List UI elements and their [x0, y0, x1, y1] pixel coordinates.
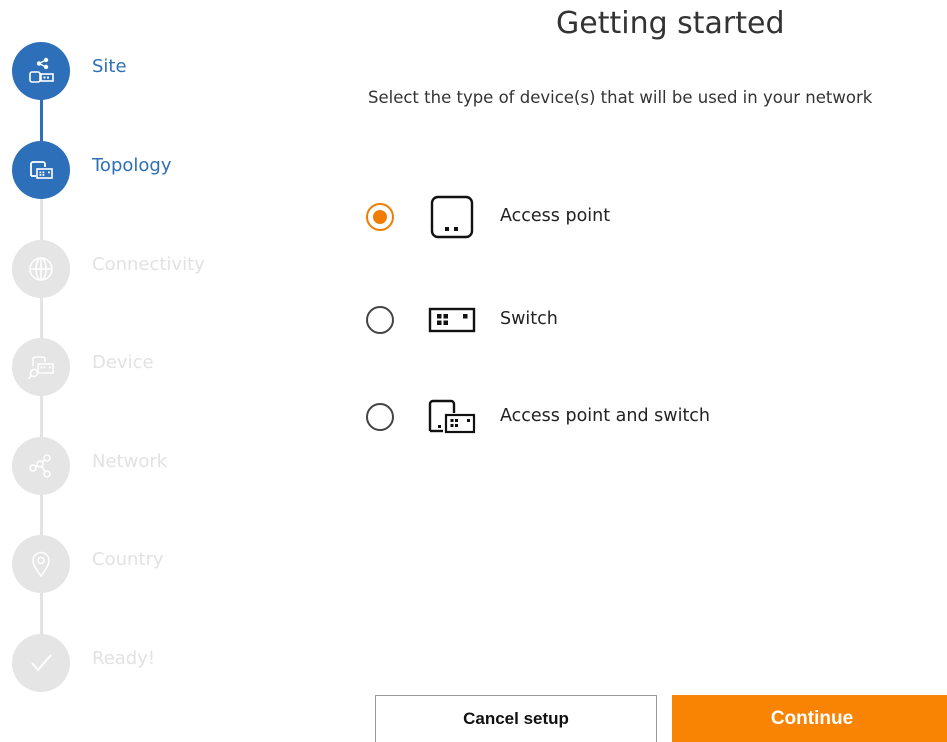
option-label-access-point: Access point [500, 206, 611, 226]
step-network: Network [12, 437, 167, 495]
share-network-icon [12, 437, 70, 495]
step-topology[interactable]: Topology [12, 141, 171, 199]
option-access-point-and-switch[interactable]: Access point and switch [366, 394, 786, 440]
radio-switch[interactable] [366, 306, 394, 334]
radio-access-point-and-switch[interactable] [366, 403, 394, 431]
radio-access-point[interactable] [366, 203, 394, 231]
step-label-ready: Ready! [92, 648, 156, 669]
device-search-icon [12, 338, 70, 396]
step-device: Device [12, 338, 154, 396]
cancel-setup-button[interactable]: Cancel setup [375, 695, 657, 742]
option-switch[interactable]: Switch [366, 297, 786, 343]
page-title: Getting started [556, 6, 785, 41]
step-label-device: Device [92, 352, 154, 373]
globe-icon [12, 240, 70, 298]
access-point-switch-icon [426, 394, 478, 440]
step-site[interactable]: Site [12, 42, 127, 100]
step-label-connectivity: Connectivity [92, 254, 205, 275]
step-connectivity: Connectivity [12, 240, 205, 298]
site-network-icon [12, 42, 70, 100]
step-ready: Ready! [12, 634, 155, 692]
step-label-topology: Topology [92, 155, 172, 176]
step-label-country: Country [92, 549, 164, 570]
step-country: Country [12, 535, 164, 593]
topology-icon [12, 141, 70, 199]
option-label-access-point-and-switch: Access point and switch [500, 406, 711, 426]
location-pin-icon [12, 535, 70, 593]
option-label-switch: Switch [500, 309, 558, 329]
switch-icon [426, 297, 478, 343]
option-access-point[interactable]: Access point [366, 194, 786, 240]
setup-stepper: Site Topology Connectivity Device Networ… [0, 0, 300, 742]
checkmark-icon [12, 634, 70, 692]
step-label-network: Network [92, 451, 168, 472]
page-subtitle: Select the type of device(s) that will b… [368, 88, 873, 107]
access-point-icon [426, 194, 478, 240]
setup-wizard: Site Topology Connectivity Device Networ… [0, 0, 947, 742]
continue-button[interactable]: Continue [672, 695, 947, 742]
step-label-site: Site [92, 56, 127, 77]
